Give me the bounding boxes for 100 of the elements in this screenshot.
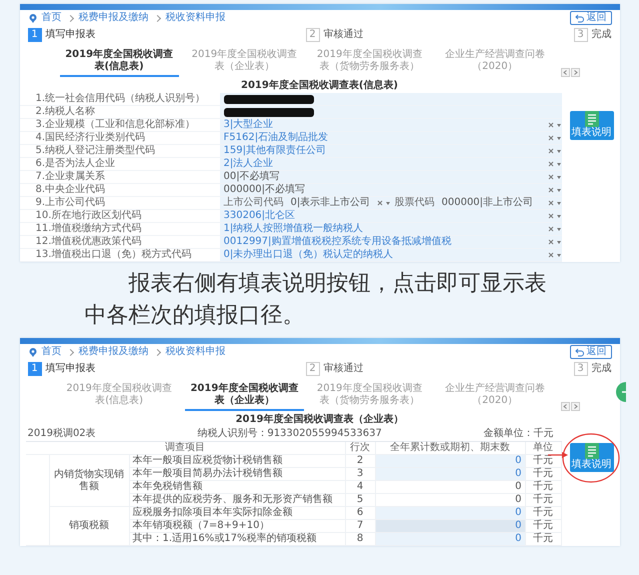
column-header: 单位 (526, 442, 562, 455)
step-label: 完成 (592, 29, 612, 41)
clear-and-caret-icon[interactable] (548, 134, 562, 142)
column-header: 调查项目 (26, 442, 346, 455)
input-field[interactable]: 0 (376, 468, 526, 481)
step-label: 审核通过 (324, 363, 364, 375)
field-label: 股票代码 (394, 197, 434, 209)
dropdown-field[interactable]: 330206|北仑区 (220, 210, 562, 222)
tab-scroll-icon[interactable] (560, 402, 580, 411)
clear-and-caret-icon[interactable] (548, 173, 562, 181)
item-cell: 应税服务扣除项目本年实际扣除金额 (130, 507, 346, 520)
line-number: 5 (346, 494, 376, 507)
field-label: 10.所在地行政区划代码 (34, 210, 142, 222)
report-tab[interactable]: 2019年度全国税收调查表（企业表） (184, 382, 304, 411)
breadcrumb-link[interactable]: 首页 (42, 346, 62, 358)
clear-and-caret-icon[interactable] (548, 251, 562, 259)
field-label: 2.纳税人名称 (34, 106, 96, 118)
dropdown-field[interactable]: 000000|不必填写 (220, 184, 562, 196)
report-tab[interactable]: 2019年度全国税收调查表(信息表) (60, 382, 179, 411)
breadcrumb-link[interactable]: 税收资料申报 (166, 12, 226, 24)
clear-and-caret-icon[interactable] (548, 121, 562, 129)
help-button[interactable]: 填表说明 (570, 111, 614, 140)
input-field[interactable]: 0 (376, 520, 526, 533)
step-label: 填写申报表 (46, 29, 96, 41)
clear-and-caret-icon[interactable] (548, 238, 562, 246)
dropdown-field[interactable]: F5162|石油及制品批发 (220, 132, 562, 144)
form-title: 2019年度全国税收调查表（企业表） (234, 412, 404, 427)
unit-cell: 千元 (526, 481, 562, 494)
unit-cell: 千元 (526, 468, 562, 481)
location-pin-icon (28, 347, 38, 357)
item-cell: 本年销项税额（7=8+9+10） (130, 520, 346, 533)
back-button[interactable]: 返回 (570, 345, 612, 359)
clear-and-caret-icon[interactable] (548, 199, 562, 207)
step-number: 1 (28, 362, 42, 376)
item-cell: 本年一般项目应税货物计税销售额 (130, 455, 346, 468)
return-icon (574, 13, 584, 23)
field-label: 上市公司代码 (224, 197, 284, 209)
dropdown-field[interactable]: 0|表示非上市公司 (290, 197, 374, 209)
unit-cell: 千元 (526, 455, 562, 468)
input-field[interactable] (220, 106, 562, 118)
input-field[interactable]: 0 (376, 533, 526, 546)
group-label: 内销货物实现销售额 (50, 455, 130, 507)
step-label: 审核通过 (324, 29, 364, 41)
report-tab[interactable]: 企业生产经营调查问卷（2020） (435, 382, 554, 411)
dropdown-field[interactable]: 1|纳税人按照增值税一般纳税人 (220, 223, 562, 235)
field-label: 9.上市公司代码 (34, 197, 106, 209)
return-icon (574, 347, 584, 357)
dropdown-field[interactable]: 0012997|购置增值税税控系统专用设备抵减增值税 (220, 236, 562, 248)
unit-cell: 千元 (526, 494, 562, 507)
field-label: 6.是否为法人企业 (34, 158, 116, 170)
step-number: 3 (574, 362, 588, 376)
field-label: 3.企业规模（工业和信息化部标准） (34, 119, 196, 131)
clear-and-caret-icon[interactable] (548, 160, 562, 168)
breadcrumb-link[interactable]: 税费申报及缴纳 (78, 346, 148, 358)
unit-cell: 千元 (526, 507, 562, 520)
dropdown-field[interactable]: 0|未办理出口退（免）税认定的纳税人 (220, 249, 562, 261)
amount-unit: 金额单位：千元 (484, 428, 554, 440)
clear-and-caret-icon[interactable] (548, 212, 562, 220)
field-label: 8.中央企业代码 (34, 184, 106, 196)
field-label: 11.增值税缴纳方式代码 (34, 223, 142, 235)
tab-scroll-icon[interactable] (560, 68, 580, 77)
side-handle-icon[interactable] (616, 382, 626, 402)
report-tab[interactable]: 2019年度全国税收调查表（货物劳务服务表） (310, 48, 430, 77)
input-field[interactable]: 0 (376, 455, 526, 468)
report-tab[interactable]: 2019年度全国税收调查表（货物劳务服务表） (310, 382, 430, 411)
dropdown-field[interactable]: 000000|非上市公司 (442, 197, 544, 209)
back-button[interactable]: 返回 (570, 11, 612, 25)
clear-and-caret-icon[interactable] (548, 147, 562, 155)
step-number: 2 (306, 28, 320, 42)
group-label: 销项税额 (50, 507, 130, 546)
breadcrumb-link[interactable]: 首页 (42, 12, 62, 24)
dropdown-field[interactable]: 159|其他有限责任公司 (220, 145, 562, 157)
table-code: 2019税调02表 (28, 428, 96, 440)
report-tab[interactable]: 2019年度全国税收调查表(信息表) (60, 48, 179, 77)
dropdown-field[interactable]: 2|法人企业 (220, 158, 562, 170)
breadcrumb-link[interactable]: 税费申报及缴纳 (78, 12, 148, 24)
step-number: 1 (28, 28, 42, 42)
dropdown-field[interactable]: 3|大型企业 (220, 119, 562, 131)
clear-and-caret-icon[interactable] (376, 199, 390, 207)
field-label: 13.增值税出口退（免）税方式代码 (34, 249, 192, 261)
field-label: 5.纳税人登记注册类型代码 (34, 145, 156, 157)
taxpayer-id: 纳税人识别号：913302055994533637 (197, 428, 382, 440)
clear-and-caret-icon[interactable] (548, 225, 562, 233)
unit-cell: 千元 (526, 520, 562, 533)
column-header: 行次 (346, 442, 376, 455)
item-cell: 本年提供的应税劳务、服务和无形资产销售额 (130, 494, 346, 507)
breadcrumb-link[interactable]: 税收资料申报 (166, 346, 226, 358)
clear-and-caret-icon[interactable] (548, 186, 562, 194)
input-field[interactable] (220, 93, 562, 105)
step-label: 完成 (592, 363, 612, 375)
report-tab[interactable]: 2019年度全国税收调查表（企业表） (184, 48, 304, 77)
field-label: 12.增值税优惠政策代码 (34, 236, 142, 248)
input-field[interactable]: 0 (376, 507, 526, 520)
line-number: 4 (346, 481, 376, 494)
location-pin-icon (28, 13, 38, 23)
dropdown-field[interactable]: 00|不必填写 (220, 171, 562, 183)
report-tab[interactable]: 企业生产经营调查问卷（2020） (435, 48, 554, 77)
step-number: 2 (306, 362, 320, 376)
help-button[interactable]: 填表说明 (570, 443, 614, 472)
step-label: 填写申报表 (46, 363, 96, 375)
